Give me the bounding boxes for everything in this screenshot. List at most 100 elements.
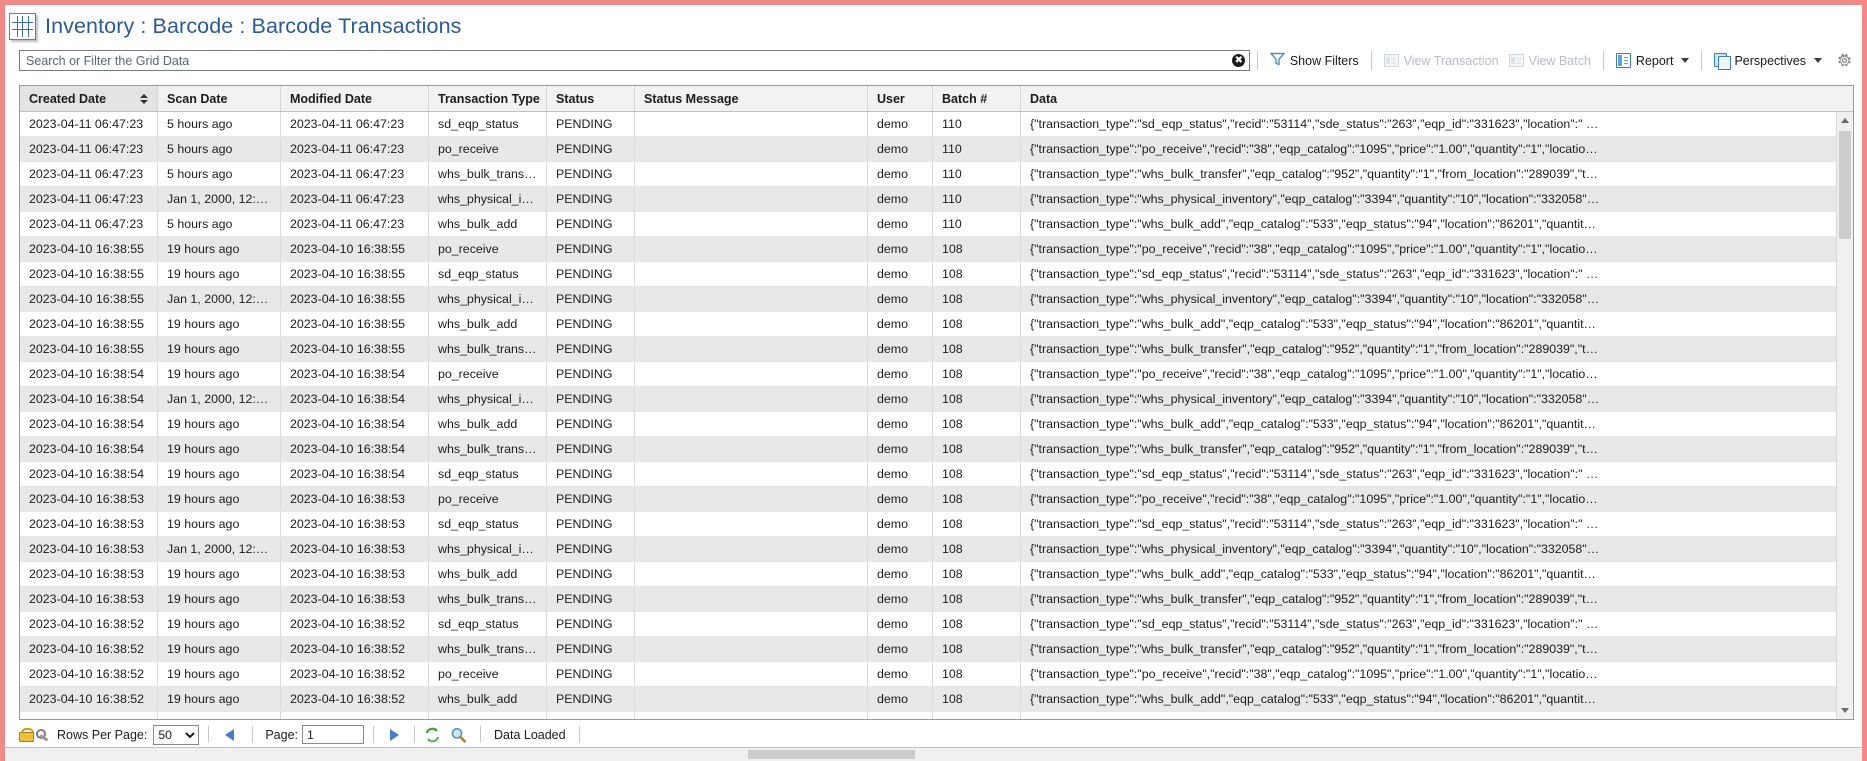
table-row[interactable]: 2023-04-10 16:38:5219 hours ago2023-04-1… [20, 662, 1836, 687]
column-header-data[interactable]: Data [1021, 86, 1853, 111]
scroll-up-button[interactable] [1837, 112, 1853, 129]
cell-text: 2023-04-11 06:47:23 [290, 142, 419, 156]
table-row[interactable]: 2023-04-10 16:38:5319 hours ago2023-04-1… [20, 487, 1836, 512]
column-header-scan_date[interactable]: Scan Date [158, 86, 281, 111]
next-page-arrow-icon[interactable] [383, 725, 405, 745]
search-box[interactable]: ✖ [19, 50, 1250, 71]
table-row[interactable]: 2023-04-11 06:47:235 hours ago2023-04-11… [20, 162, 1836, 187]
table-row[interactable]: 2023-04-10 16:38:5419 hours ago2023-04-1… [20, 362, 1836, 387]
cell-scan_date: Jan 1, 2000, 12:00 am [158, 537, 281, 561]
table-row[interactable]: 2023-04-10 16:38:5319 hours ago2023-04-1… [20, 512, 1836, 537]
refresh-icon[interactable] [424, 727, 441, 743]
table-row[interactable]: 2023-04-10 16:38:5419 hours ago2023-04-1… [20, 462, 1836, 487]
cell-batch: 108 [933, 237, 1021, 261]
cell-text: demo [877, 542, 923, 556]
cell-text: 2023-04-10 16:38:54 [29, 417, 148, 431]
table-row[interactable]: 2023-04-10 16:38:54Jan 1, 2000, 12:00 am… [20, 387, 1836, 412]
cell-text: PENDING [556, 617, 625, 631]
previous-page-arrow-icon[interactable] [218, 725, 240, 745]
cell-scan_date: 19 hours ago [158, 262, 281, 286]
view-transaction-button[interactable]: View Transaction [1379, 50, 1504, 72]
cell-status_message [635, 137, 868, 161]
cell-text: 2023-04-11 06:47:23 [290, 217, 419, 231]
cell-text: 19 hours ago [167, 692, 271, 706]
table-row[interactable]: 2023-04-10 16:38:5319 hours ago2023-04-1… [20, 587, 1836, 612]
table-row[interactable]: 2023-04-10 16:38:5219 hours ago2023-04-1… [20, 612, 1836, 637]
column-header-status[interactable]: Status [547, 86, 635, 111]
cell-modified_date: 2023-04-10 16:38:55 [281, 337, 429, 361]
table-row[interactable]: 2023-04-11 06:47:23Jan 1, 2000, 12:00 am… [20, 187, 1836, 212]
cell-text: demo [877, 367, 923, 381]
rows-per-page-select[interactable]: 102550100 [153, 725, 199, 745]
cell-status_message [635, 437, 868, 461]
window-horizontal-scrollbar[interactable] [5, 747, 1862, 761]
column-header-transaction_type[interactable]: Transaction Type [429, 86, 547, 111]
lock-icon[interactable] [19, 728, 32, 742]
cell-text: 108 [942, 517, 1011, 531]
vertical-scrollbar[interactable] [1836, 112, 1853, 719]
cell-text: 2023-04-10 16:38:53 [290, 567, 419, 581]
column-header-modified_date[interactable]: Modified Date [281, 86, 429, 111]
cell-data: {"transaction_type":"whs_bulk_add","eqp_… [1021, 562, 1836, 586]
cell-text: 19 hours ago [167, 517, 271, 531]
table-row[interactable]: 2023-04-10 16:38:5519 hours ago2023-04-1… [20, 237, 1836, 262]
cell-batch: 110 [933, 187, 1021, 211]
perspectives-button[interactable]: Perspectives [1709, 50, 1827, 72]
table-row[interactable]: 2023-04-11 06:47:235 hours ago2023-04-11… [20, 137, 1836, 162]
magnifier-icon[interactable] [450, 727, 467, 743]
show-filters-button[interactable]: Show Filters [1265, 50, 1364, 72]
cell-transaction_type: sd_eqp_status [429, 462, 547, 486]
cell-text: whs_bulk_add [438, 567, 537, 581]
vertical-scrollbar-thumb[interactable] [1839, 131, 1851, 239]
cell-text: 19 hours ago [167, 492, 271, 506]
settings-button[interactable] [1827, 50, 1858, 72]
table-row[interactable]: 2023-04-10 16:38:5319 hours ago2023-04-1… [20, 562, 1836, 587]
cell-status: PENDING [547, 587, 635, 611]
table-row[interactable]: 2023-04-10 16:38:5419 hours ago2023-04-1… [20, 437, 1836, 462]
cell-status: PENDING [547, 412, 635, 436]
table-row[interactable]: 2023-04-10 16:38:5519 hours ago2023-04-1… [20, 262, 1836, 287]
view-batch-button[interactable]: View Batch [1504, 50, 1596, 72]
table-row[interactable]: 2023-04-10 16:38:5219 hours ago2023-04-1… [20, 637, 1836, 662]
cell-modified_date: 2023-04-10 16:38:55 [281, 312, 429, 336]
column-header-user[interactable]: User [868, 86, 933, 111]
column-header-batch[interactable]: Batch # [933, 86, 1021, 111]
cell-created_date: 2023-04-10 16:38:54 [20, 362, 158, 386]
cell-text: 2023-04-10 16:38:52 [290, 667, 419, 681]
cell-scan_date: 5 hours ago [158, 137, 281, 161]
cell-batch: 108 [933, 587, 1021, 611]
report-button[interactable]: Report [1611, 50, 1695, 72]
chevron-down-icon [1681, 58, 1689, 63]
cell-text: 19 hours ago [167, 367, 271, 381]
column-header-status_message[interactable]: Status Message [635, 86, 868, 111]
cell-modified_date: 2023-04-10 16:38:53 [281, 587, 429, 611]
clear-circle-icon[interactable]: ✖ [1229, 51, 1249, 70]
window-horizontal-scrollbar-thumb[interactable] [748, 750, 915, 759]
table-row[interactable]: 2023-04-10 16:38:55Jan 1, 2000, 12:00 am… [20, 287, 1836, 312]
cell-status: PENDING [547, 612, 635, 636]
search-input[interactable] [20, 51, 1229, 70]
grid-body[interactable]: 2023-04-11 06:47:23 5 hours ago 2023-04-11… [20, 112, 1836, 719]
page-input[interactable] [302, 725, 364, 744]
cell-status_message [635, 287, 868, 311]
table-row[interactable]: 2023-04-10 16:38:5519 hours ago2023-04-1… [20, 337, 1836, 362]
column-header-created_date[interactable]: Created Date [20, 86, 158, 111]
wrench-icon[interactable] [35, 728, 50, 742]
scroll-down-button[interactable] [1837, 702, 1853, 719]
table-row[interactable]: 2023-04-11 06:47:235 hours ago2023-04-11… [20, 212, 1836, 237]
cell-text: 2023-04-10 16:38:55 [29, 317, 148, 331]
cell-modified_date: 2023-04-10 16:38:52 [281, 687, 429, 711]
cell-text: 108 [942, 492, 1011, 506]
table-row[interactable]: 2023-04-10 16:38:5219 hours ago2023-04-1… [20, 687, 1836, 712]
table-row[interactable]: 2023-04-11 06:47:235 hours ago2023-04-11… [20, 112, 1836, 137]
table-row[interactable]: 2023-04-10 16:38:5519 hours ago2023-04-1… [20, 312, 1836, 337]
cell-text: whs_bulk_transfer [438, 642, 537, 656]
cell-text: demo [877, 717, 923, 719]
cell-text: {"transaction_type":"whs_bulk_add","eqp_… [1030, 567, 1827, 581]
sort-arrows-icon[interactable] [132, 94, 148, 104]
table-row[interactable]: 2023-04-10 16:38:52Jan 1, 2000, 12:00 am… [20, 712, 1836, 719]
table-row[interactable]: 2023-04-10 16:38:5419 hours ago2023-04-1… [20, 412, 1836, 437]
funnel-icon [1270, 52, 1285, 69]
table-row[interactable]: 2023-04-10 16:38:53Jan 1, 2000, 12:00 am… [20, 537, 1836, 562]
cell-text: 19 hours ago [167, 567, 271, 581]
